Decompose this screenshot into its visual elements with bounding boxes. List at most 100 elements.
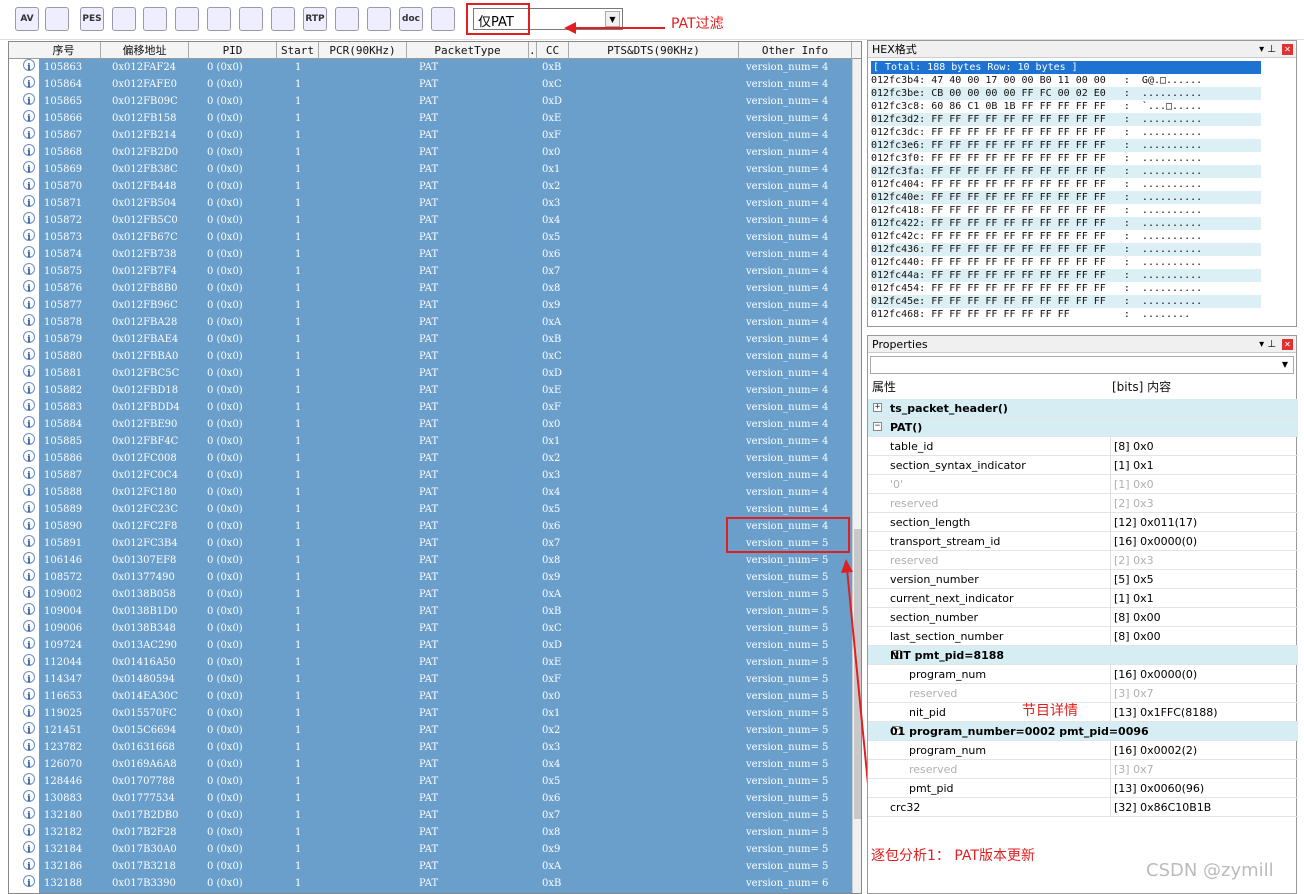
table-row[interactable]: i 105872 0x012FB5C0 0 (0x0) 1 PAT 0x4 version_n… [9, 212, 861, 229]
pin-icon[interactable]: ▾ ⊥ [1259, 41, 1276, 58]
table-row[interactable]: i 109006 0x0138B348 0 (0x0) 1 PAT 0xC version_n… [9, 620, 861, 637]
table-row[interactable]: i 132180 0x017B2DB0 0 (0x0) 1 PAT 0x7 version_n… [9, 807, 861, 824]
table-row[interactable]: i 105865 0x012FB09C 0 (0x0) 1 PAT 0xD version_n… [9, 93, 861, 110]
property-row[interactable]: current_next_indicator [1] 0x1 [868, 589, 1298, 608]
collapse-icon[interactable]: − [873, 422, 882, 431]
property-row[interactable]: transport_stream_id [16] 0x0000(0) [868, 532, 1298, 551]
property-row[interactable]: '0' [1] 0x0 [868, 475, 1298, 494]
property-row[interactable]: program_num [16] 0x0000(0) [868, 665, 1298, 684]
property-row[interactable]: section_length [12] 0x011(17) [868, 513, 1298, 532]
property-row[interactable]: section_syntax_indicator [1] 0x1 [868, 456, 1298, 475]
property-row[interactable]: reserved [3] 0x7 [868, 760, 1298, 779]
packet-list[interactable]: 序号偏移地址PIDStartPCR(90KHz)PacketType...CCP… [8, 41, 862, 894]
table-row[interactable]: i 130883 0x01777534 0 (0x0) 1 PAT 0x6 version_n… [9, 790, 861, 807]
table-row[interactable]: i 126070 0x0169A6A8 0 (0x0) 1 PAT 0x4 version_n… [9, 756, 861, 773]
property-row[interactable]: last_section_number [8] 0x00 [868, 627, 1298, 646]
table-row[interactable]: i 105889 0x012FC23C 0 (0x0) 1 PAT 0x5 version_n… [9, 501, 861, 518]
table-row[interactable]: i 105881 0x012FBC5C 0 (0x0) 1 PAT 0xD version_n… [9, 365, 861, 382]
rtp-icon[interactable]: RTP [303, 7, 327, 31]
table-row[interactable]: i 105875 0x012FB7F4 0 (0x0) 1 PAT 0x7 version_n… [9, 263, 861, 280]
doc-icon[interactable]: doc [399, 7, 423, 31]
table-row[interactable]: i 105866 0x012FB158 0 (0x0) 1 PAT 0xE version_n… [9, 110, 861, 127]
close-icon[interactable]: ✕ [1282, 44, 1293, 55]
table-row[interactable]: i 109002 0x0138B058 0 (0x0) 1 PAT 0xA version_n… [9, 586, 861, 603]
table-row[interactable]: i 105873 0x012FB67C 0 (0x0) 1 PAT 0x5 version_n… [9, 229, 861, 246]
property-row[interactable]: pmt_pid [13] 0x0060(96) [868, 779, 1298, 798]
table-row[interactable]: i 105864 0x012FAFE0 0 (0x0) 1 PAT 0xC version_n… [9, 76, 861, 93]
clock-icon[interactable] [143, 7, 167, 31]
property-row[interactable]: crc32 [32] 0x86C10B1B [868, 798, 1298, 817]
bars-icon[interactable] [175, 7, 199, 31]
table-row[interactable]: i 105886 0x012FC008 0 (0x0) 1 PAT 0x2 version_n… [9, 450, 861, 467]
table-row[interactable]: i 123782 0x01631668 0 (0x0) 1 PAT 0x3 version_n… [9, 739, 861, 756]
export-icon[interactable] [335, 7, 359, 31]
table-row[interactable]: i 116653 0x014EA30C 0 (0x0) 1 PAT 0x0 version_n… [9, 688, 861, 705]
property-row[interactable]: nit_pid [13] 0x1FFC(8188) [868, 703, 1298, 722]
table-row[interactable]: i 109724 0x013AC290 0 (0x0) 1 PAT 0xD version_n… [9, 637, 861, 654]
table-row[interactable]: i 119025 0x015570FC 0 (0x0) 1 PAT 0x1 version_n… [9, 705, 861, 722]
column-header[interactable]: Other Info [739, 42, 852, 59]
column-header[interactable]: 偏移地址 [101, 42, 189, 59]
table-row[interactable]: i 132184 0x017B30A0 0 (0x0) 1 PAT 0x9 version_n… [9, 841, 861, 858]
table-row[interactable]: i 105871 0x012FB504 0 (0x0) 1 PAT 0x3 version_n… [9, 195, 861, 212]
table-row[interactable]: i 121451 0x015C6694 0 (0x0) 1 PAT 0x2 version_n… [9, 722, 861, 739]
table-row[interactable]: i 105870 0x012FB448 0 (0x0) 1 PAT 0x2 version_n… [9, 178, 861, 195]
property-row[interactable]: reserved [2] 0x3 [868, 494, 1298, 513]
table-row[interactable]: i 105863 0x012FAF24 0 (0x0) 1 PAT 0xB version_n… [9, 59, 861, 76]
column-header[interactable]: ... [529, 42, 537, 59]
pes-icon[interactable]: PES [80, 7, 104, 31]
property-row[interactable]: version_number [5] 0x5 [868, 570, 1298, 589]
column-header[interactable]: CC [537, 42, 569, 59]
graph-icon[interactable] [112, 7, 136, 31]
expand-icon[interactable]: + [873, 403, 882, 412]
table-row[interactable]: i 106146 0x01307EF8 0 (0x0) 1 PAT 0x8 version_n… [9, 552, 861, 569]
chart-icon[interactable] [45, 7, 69, 31]
table-row[interactable]: i 105876 0x012FB8B0 0 (0x0) 1 PAT 0x8 version_n… [9, 280, 861, 297]
table-row[interactable]: i 105879 0x012FBAE4 0 (0x0) 1 PAT 0xB version_n… [9, 331, 861, 348]
table-row[interactable]: i 132182 0x017B2F28 0 (0x0) 1 PAT 0x8 version_n… [9, 824, 861, 841]
property-row[interactable]: reserved [3] 0x7 [868, 684, 1298, 703]
av-icon[interactable]: AV [15, 7, 39, 31]
table-row[interactable]: i 105887 0x012FC0C4 0 (0x0) 1 PAT 0x3 version_n… [9, 467, 861, 484]
property-row[interactable]: section_number [8] 0x00 [868, 608, 1298, 627]
close-icon[interactable]: ✕ [1282, 339, 1293, 350]
table-row[interactable]: i 105868 0x012FB2D0 0 (0x0) 1 PAT 0x0 version_n… [9, 144, 861, 161]
pin-icon[interactable]: ▾ ⊥ [1259, 336, 1276, 353]
column-header[interactable]: Start [277, 42, 319, 59]
table-row[interactable]: i 105869 0x012FB38C 0 (0x0) 1 PAT 0x1 version_n… [9, 161, 861, 178]
table-row[interactable]: i 105880 0x012FBBA0 0 (0x0) 1 PAT 0xC version_n… [9, 348, 861, 365]
table-row[interactable]: i 132186 0x017B3218 0 (0x0) 1 PAT 0xA version_n… [9, 858, 861, 875]
property-row[interactable]: reserved [2] 0x3 [868, 551, 1298, 570]
warn-icon[interactable] [239, 7, 263, 31]
properties-object-select[interactable]: ▼ [870, 356, 1294, 374]
table-row[interactable]: i 108572 0x01377490 0 (0x0) 1 PAT 0x9 version_n… [9, 569, 861, 586]
column-header[interactable]: PTS&DTS(90KHz) [569, 42, 739, 59]
table-row[interactable]: i 109004 0x0138B1D0 0 (0x0) 1 PAT 0xB version_n… [9, 603, 861, 620]
chevron-down-icon[interactable]: ▼ [1278, 358, 1292, 372]
property-row[interactable]: program_num [16] 0x0002(2) [868, 741, 1298, 760]
table-row[interactable]: i 105867 0x012FB214 0 (0x0) 1 PAT 0xF version_n… [9, 127, 861, 144]
property-row[interactable]: −01 program_number=0002 pmt_pid=0096 [868, 722, 1298, 741]
table-row[interactable]: i 114347 0x01480594 0 (0x0) 1 PAT 0xF version_n… [9, 671, 861, 688]
table-row[interactable]: i 105883 0x012FBDD4 0 (0x0) 1 PAT 0xF version_n… [9, 399, 861, 416]
table-row[interactable]: i 105877 0x012FB96C 0 (0x0) 1 PAT 0x9 version_n… [9, 297, 861, 314]
column-header[interactable]: 序号 [27, 42, 101, 59]
column-header[interactable]: PID [189, 42, 277, 59]
bits-icon[interactable] [271, 7, 295, 31]
column-header[interactable]: PacketType [407, 42, 529, 59]
table-row[interactable]: i 128446 0x01707788 0 (0x0) 1 PAT 0x5 version_n… [9, 773, 861, 790]
scope-icon[interactable] [207, 7, 231, 31]
table-row[interactable]: i 105878 0x012FBA28 0 (0x0) 1 PAT 0xA version_n… [9, 314, 861, 331]
property-row[interactable]: table_id [8] 0x0 [868, 437, 1298, 456]
table-row[interactable]: i 132188 0x017B3390 0 (0x0) 1 PAT 0xB version_n… [9, 875, 861, 892]
table-row[interactable]: i 112044 0x01416A50 0 (0x0) 1 PAT 0xE version_n… [9, 654, 861, 671]
table-row[interactable]: i 105885 0x012FBF4C 0 (0x0) 1 PAT 0x1 version_n… [9, 433, 861, 450]
table-row[interactable]: i 105874 0x012FB738 0 (0x0) 1 PAT 0x6 version_n… [9, 246, 861, 263]
column-header[interactable]: PCR(90KHz) [319, 42, 407, 59]
property-row[interactable]: − PAT() [868, 418, 1298, 437]
table-row[interactable]: i 105888 0x012FC180 0 (0x0) 1 PAT 0x4 version_n… [9, 484, 861, 501]
table-row[interactable]: i 105884 0x012FBE90 0 (0x0) 1 PAT 0x0 version_n… [9, 416, 861, 433]
property-row[interactable]: + ts_packet_header() [868, 399, 1298, 418]
table-row[interactable]: i 105882 0x012FBD18 0 (0x0) 1 PAT 0xE version_n… [9, 382, 861, 399]
stop-icon[interactable] [431, 7, 455, 31]
